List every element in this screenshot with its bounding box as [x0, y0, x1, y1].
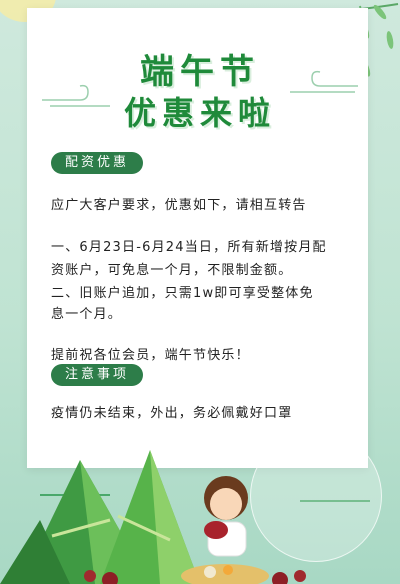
- item2-line1: 二、旧账户追加，只需1w即可享受整体免: [51, 286, 314, 301]
- item2-line2: 息一个月。: [51, 307, 123, 322]
- greeting-text: 提前祝各位会员，端午节快乐！: [51, 348, 250, 363]
- item1-line1: 一、6月23日-6月24当日，所有新增按月配: [51, 240, 327, 255]
- item1-line2: 资账户，可免息一个月，不限制金额。: [51, 263, 293, 278]
- section-badge-discount: 配资优惠: [51, 152, 144, 174]
- intro-text: 应广大客户要求，优惠如下，请相互转告: [51, 198, 307, 213]
- title-line-2: 优惠来啦: [123, 94, 276, 132]
- zongzi-illustration: [0, 450, 306, 584]
- title-line-1: 端午节: [140, 52, 260, 92]
- section-badge-notice: 注意事项: [51, 364, 144, 386]
